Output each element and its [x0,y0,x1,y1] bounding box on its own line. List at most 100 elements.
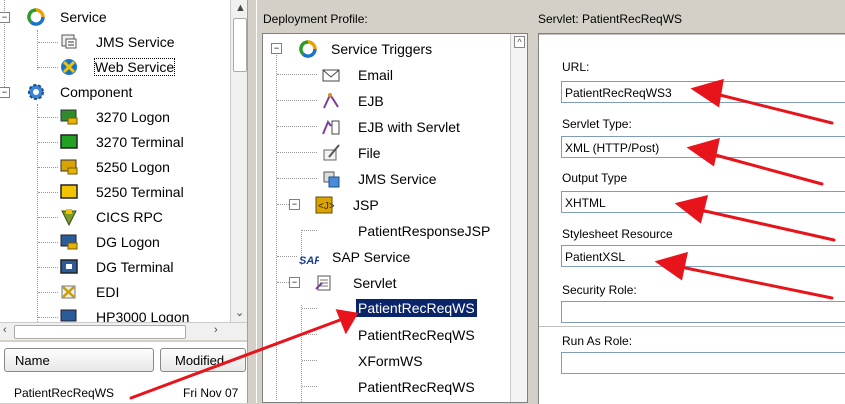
tree-node-label: DG Logon [96,234,160,250]
tree-node-label: XFormWS [358,353,423,369]
tree-node-patient-rec-req-ws[interactable]: PatientRecReqWS [263,374,511,399]
tree-node-5250-terminal[interactable]: 5250 Terminal [0,180,230,204]
tree-node-email[interactable]: Email [263,62,511,87]
tree-node-edi[interactable]: EDI [0,280,230,304]
component-tree[interactable]: − Service JMS Service Web Service − Comp… [0,0,247,322]
service-cycle-icon [299,40,317,58]
tree-node-label: PatientResponseJSP [358,223,491,239]
tree-node-service-triggers[interactable]: − Service Triggers [263,36,511,61]
tree-node-file[interactable]: File [263,140,511,165]
security-role-field[interactable] [561,301,845,323]
svg-text:<J>: <J> [318,201,334,212]
jsp-icon: <J> [315,196,334,214]
url-label: URL: [562,60,590,74]
tree-node-3270-terminal[interactable]: 3270 Terminal [0,130,230,154]
tree-node-3270-logon[interactable]: 3270 Logon [0,105,230,129]
output-type-field[interactable]: XHTML [561,191,845,213]
cics-rpc-icon [61,209,77,227]
tree-node-label: PatientRecReqWS [358,327,475,343]
collapse-toggle[interactable]: − [289,277,300,288]
collapse-toggle[interactable]: − [0,12,10,23]
tree-node-patient-rec-req-ws-selected[interactable]: PatientRecReqWS [263,296,511,321]
run-as-role-label: Run As Role: [562,334,633,348]
column-header-modified[interactable]: Modified [160,348,246,372]
tree-node-patient-rec-req-ws[interactable]: PatientRecReqWS [263,322,511,347]
ejb-servlet-icon [322,120,340,135]
scroll-thumb[interactable] [233,18,247,72]
stylesheet-resource-field[interactable]: PatientXSL [561,245,845,267]
tree-node-hp3000-logon[interactable]: HP3000 Logon [0,305,230,322]
tree-node-label: 3270 Terminal [96,134,184,150]
tree-node-service[interactable]: − Service [0,5,230,29]
security-role-label: Security Role: [562,283,637,297]
tree-node-jsp[interactable]: − <J> JSP [263,192,511,217]
tree-node-ejb-with-servlet[interactable]: EJB with Servlet [263,114,511,139]
scroll-left-arrow-icon[interactable]: ‹ [3,324,7,336]
scroll-up-arrow-icon[interactable]: ^ [514,36,525,48]
tree-node-label: Web Service [93,58,176,76]
email-envelope-icon [322,69,340,82]
jms-service-icon [61,34,77,49]
tree-node-label: 5250 Logon [96,159,170,175]
url-field[interactable]: PatientRecReqWS3 [561,81,845,103]
servlet-type-field[interactable]: XML (HTTP/Post) [561,136,845,158]
tree-node-label: Service [60,9,107,25]
jms-service-icon [323,171,340,188]
file-list-table: Name Modified PatientRecReqWS Fri Nov 07 [0,342,247,403]
svg-text:SAP: SAP [299,255,319,267]
terminal-logon-icon [60,159,78,175]
tree-node-label: DG Terminal [96,259,174,275]
tree-node-cics-rpc[interactable]: CICS RPC [0,205,230,229]
scroll-thumb[interactable] [14,325,186,339]
dg-terminal-icon [60,259,78,274]
servlet-properties-header: Servlet: PatientRecReqWS [538,12,683,26]
collapse-toggle[interactable]: − [289,199,300,210]
tree-node-label: SAP Service [332,249,411,265]
deployment-tree-vertical-scrollbar[interactable]: ^ [510,34,527,402]
terminal-logon-icon [60,109,78,125]
tree-node-dg-terminal[interactable]: DG Terminal [0,255,230,279]
column-header-name[interactable]: Name [4,348,154,372]
collapse-toggle[interactable]: − [0,87,10,98]
tree-node-label: EDI [96,284,120,300]
scroll-up-arrow-icon[interactable]: ▲ [235,2,246,14]
ejb-icon [323,93,339,109]
tree-node-patient-response-jsp[interactable]: PatientResponseJSP [263,218,511,243]
scroll-right-arrow-icon[interactable]: › [214,324,218,336]
tree-node-servlet[interactable]: − Servlet [263,270,511,295]
output-type-label: Output Type [562,171,628,185]
stylesheet-resource-label: Stylesheet Resource [562,227,673,241]
edi-icon [61,285,76,299]
tree-node-label: 5250 Terminal [96,184,184,200]
tree-node-label: JMS Service [96,34,175,50]
tree-node-label: Servlet [353,275,397,291]
pane-splitter[interactable] [247,0,257,403]
tree-node-label: Email [358,67,394,83]
tree-node-web-service[interactable]: Web Service [0,55,230,79]
tree-node-label: EJB [358,93,384,109]
servlet-icon [315,275,331,291]
tree-node-sap-service[interactable]: SAP SAP Service [263,244,511,269]
service-cycle-icon [27,8,45,26]
tree-node-component[interactable]: − Component [0,80,230,104]
run-as-role-field[interactable] [561,352,845,374]
tree-node-5250-logon[interactable]: 5250 Logon [0,155,230,179]
collapse-toggle[interactable]: − [271,43,282,54]
table-cell-name[interactable]: PatientRecReqWS [14,386,114,400]
scroll-down-arrow-icon[interactable]: ⌄ [235,306,244,319]
left-tree-vertical-scrollbar[interactable]: ▲ ⌄ [230,0,248,322]
deployment-profile-tree[interactable]: − Service Triggers Email EJB EJB with Se… [262,33,528,403]
tree-node-label: EJB with Servlet [358,119,460,135]
table-cell-modified: Fri Nov 07 [183,386,239,400]
tree-node-label: PatientRecReqWS [355,298,478,318]
servlet-properties-panel: URL: PatientRecReqWS3 Servlet Type: XML … [538,33,845,404]
tree-node-dg-logon[interactable]: DG Logon [0,230,230,254]
tree-node-jms-service[interactable]: JMS Service [263,166,511,191]
tree-node-jms-service[interactable]: JMS Service [0,30,230,54]
tree-node-xform-ws[interactable]: XFormWS [263,348,511,373]
tree-node-label: Service Triggers [331,41,433,57]
left-tree-horizontal-scrollbar[interactable]: ‹ › [0,322,247,340]
sap-icon: SAP [299,255,319,267]
tree-node-ejb[interactable]: EJB [263,88,511,113]
tree-node-label: File [358,145,381,161]
